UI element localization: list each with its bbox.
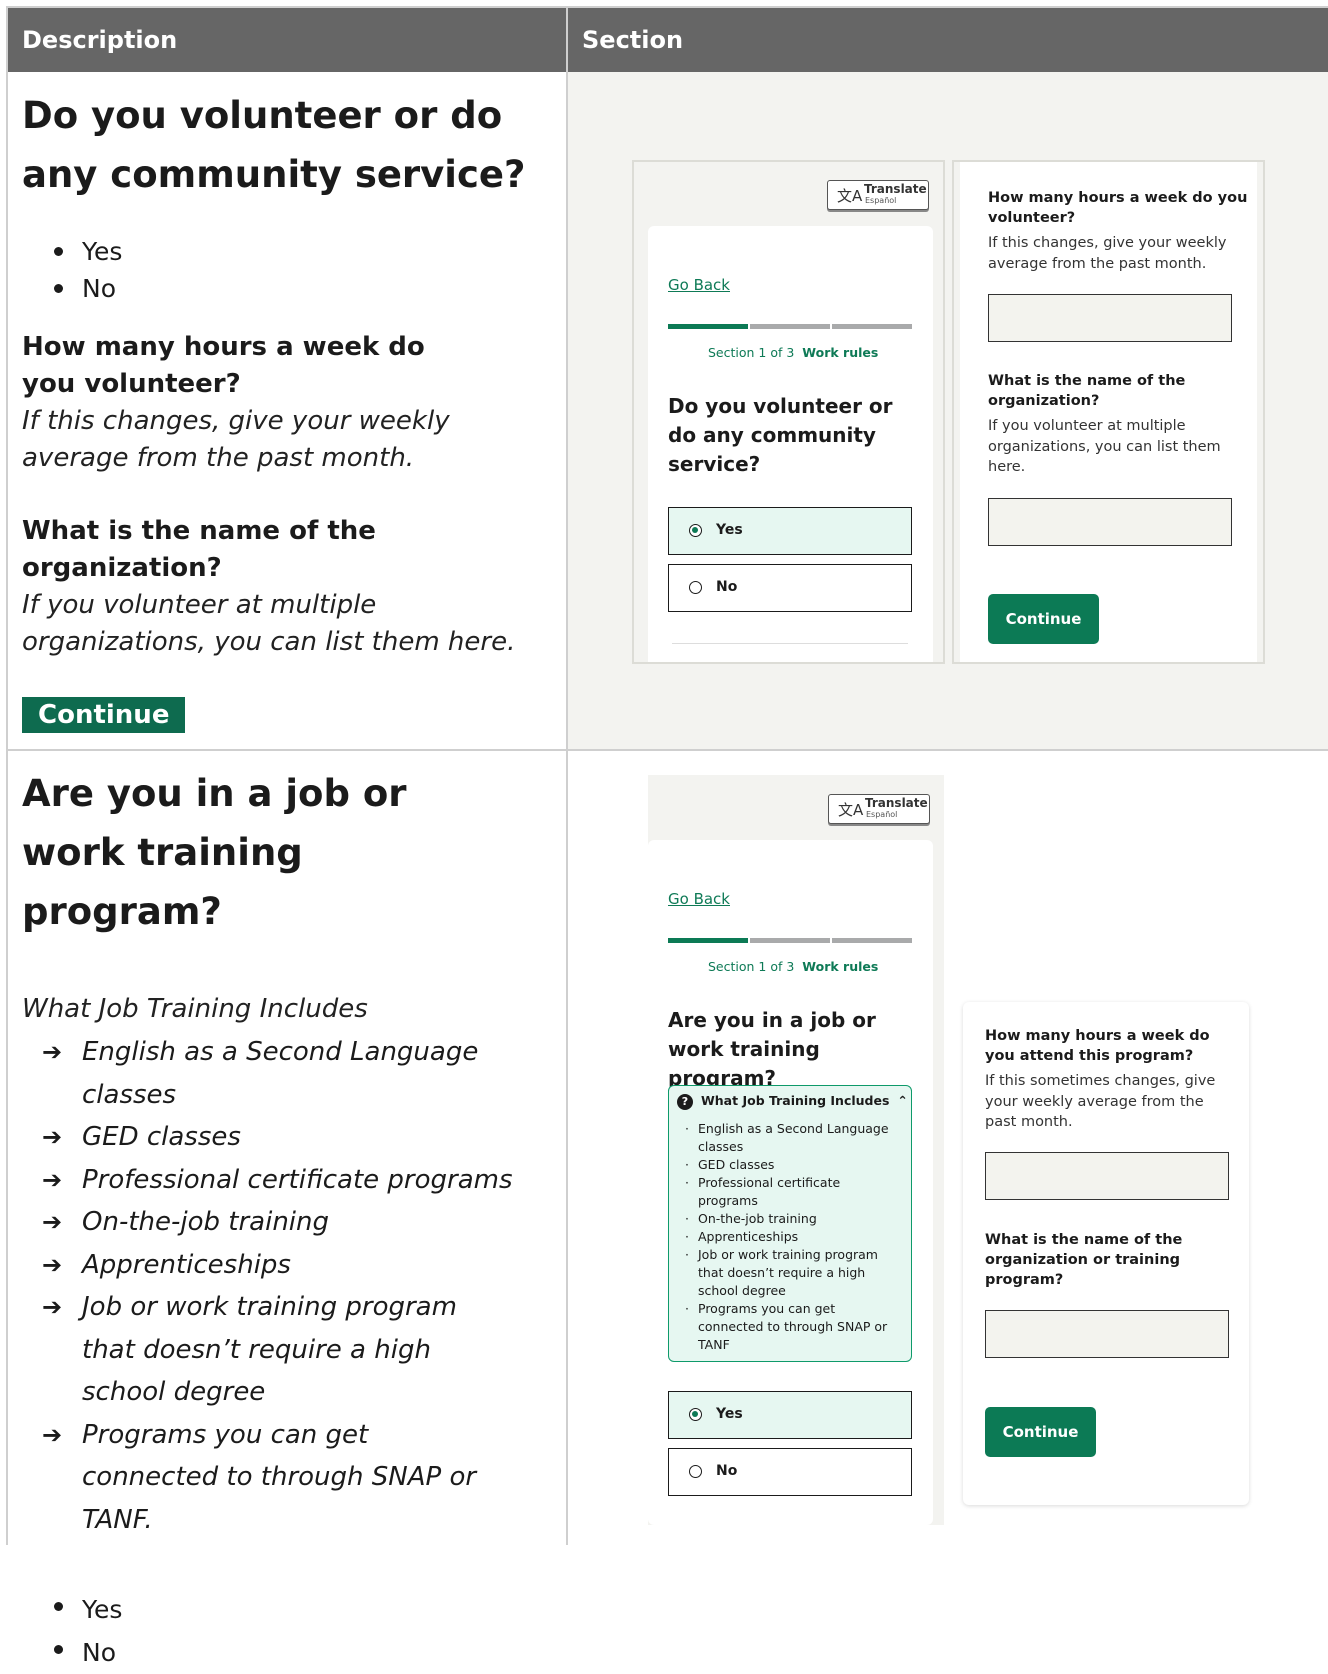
org-question: What is the name of the organization or … [985, 1232, 1183, 1288]
row1-org-question: What is the name of the organization? [22, 516, 376, 583]
org-input[interactable] [985, 1310, 1229, 1358]
row1-question: Do you volunteer or do any community ser… [22, 94, 526, 196]
radio-yes[interactable]: Yes [668, 507, 912, 555]
section-label: Section 1 of 3 Work rules [708, 345, 879, 360]
progress-segment-1 [668, 938, 748, 943]
option-yes: Yes [22, 233, 552, 270]
list-item: Programs you can get connected to throug… [683, 1300, 893, 1354]
go-back-link[interactable]: Go Back [668, 276, 730, 294]
mock-screen-1a: 文A Translate Español Go Back Section 1 o… [632, 160, 945, 664]
arrow-right-icon: ➔ [42, 1420, 63, 1449]
hours-hint: If this sometimes changes, give your wee… [985, 1073, 1216, 1130]
includes-item: ➔ Job or work training program that doesn… [22, 1286, 512, 1414]
section-label: Section 1 of 3 Work rules [708, 959, 879, 974]
arrow-right-icon: ➔ [42, 1038, 63, 1066]
header-description: Description [8, 8, 567, 72]
radio-yes[interactable]: Yes [668, 1391, 912, 1439]
row1-org-hint: If you volunteer at multiple organizatio… [22, 590, 516, 657]
option-no: No [22, 1631, 552, 1674]
radio-no[interactable]: No [668, 1448, 912, 1496]
header-section: Section [568, 8, 1328, 72]
document-table: Description Section Do you volunteer or … [0, 0, 1328, 1667]
includes-item: ➔ On-the-job training [22, 1201, 552, 1244]
accordion-list: English as a Second Language classes GED… [683, 1120, 893, 1354]
form-card: How many hours a week do you volunteer? … [960, 162, 1257, 662]
radio-icon [689, 1408, 702, 1421]
includes-item: ➔ Professional certificate programs [22, 1159, 552, 1202]
includes-item: ➔ Apprenticeships [22, 1244, 552, 1287]
progress-segment-1 [668, 324, 748, 329]
list-item: Professional certificate programs [683, 1174, 893, 1210]
list-item: Job or work training program that doesn’… [683, 1246, 893, 1300]
radio-icon [689, 1465, 702, 1478]
divider [672, 643, 908, 644]
org-question: What is the name of the organization? [988, 373, 1186, 409]
job-training-accordion[interactable]: ?What Job Training Includes⌃ English as … [668, 1085, 912, 1362]
arrow-right-icon: ➔ [42, 1165, 63, 1194]
translate-button[interactable]: 文A Translate Español [827, 180, 929, 210]
form-card: Go Back Section 1 of 3 Work rules Are yo… [648, 840, 933, 1525]
hours-hint: If this changes, give your weekly averag… [988, 235, 1227, 272]
row2-includes-label: What Job Training Includes [22, 994, 368, 1024]
hours-input[interactable] [985, 1152, 1229, 1200]
arrow-right-icon: ➔ [42, 1293, 63, 1321]
includes-item: ➔ Programs you can get connected to throu… [22, 1414, 512, 1542]
arrow-right-icon: ➔ [42, 1123, 63, 1151]
mock-screen-1b: How many hours a week do you volunteer? … [952, 160, 1265, 664]
translate-icon: 文A [837, 187, 863, 205]
hours-question: How many hours a week do you volunteer? [988, 190, 1248, 226]
continue-button[interactable]: Continue [988, 594, 1099, 644]
progress-segment-3 [832, 938, 912, 943]
row2-options-list: Yes No [22, 1588, 552, 1674]
table-border-top [6, 6, 1328, 8]
radio-no[interactable]: No [668, 564, 912, 612]
org-hint: If you volunteer at multiple organizatio… [988, 418, 1221, 475]
includes-item: ➔ English as a Second Language classes [22, 1031, 552, 1116]
includes-item: ➔ GED classes [22, 1116, 552, 1159]
row1-options-list: Yes No [22, 233, 552, 307]
option-no: No [22, 270, 552, 307]
row1-hours-question: How many hours a week do you volunteer? [22, 332, 425, 399]
arrow-right-icon: ➔ [42, 1208, 63, 1236]
chevron-up-icon: ⌃ [897, 1093, 908, 1108]
arrow-right-icon: ➔ [42, 1250, 63, 1279]
question-circle-icon: ? [677, 1094, 693, 1110]
accordion-header[interactable]: ? What Job Training Includes ⌃ [677, 1093, 908, 1110]
row2-question: Are you in a job or work training progra… [22, 772, 407, 933]
progress-segment-2 [750, 324, 830, 329]
mock-question: Are you in a job or work training progra… [668, 1008, 876, 1090]
list-item: GED classes [683, 1156, 893, 1174]
form-card: Go Back Section 1 of 3 Work rules Do you… [648, 226, 933, 662]
row1-description: Do you volunteer or do any community ser… [22, 86, 552, 733]
option-yes: Yes [22, 1588, 552, 1631]
translate-button[interactable]: 文A Translate Español [828, 794, 930, 824]
continue-label: Continue [22, 697, 186, 733]
row2-includes-list: ➔ English as a Second Language classes ➔ G… [22, 1031, 552, 1541]
list-item: English as a Second Language classes [683, 1120, 893, 1156]
row-divider [6, 749, 1328, 751]
list-item: On-the-job training [683, 1210, 893, 1228]
continue-button[interactable]: Continue [985, 1407, 1096, 1457]
progress-segment-2 [750, 938, 830, 943]
org-input[interactable] [988, 498, 1232, 546]
hours-input[interactable] [988, 294, 1232, 342]
row1-hours-hint: If this changes, give your weekly averag… [22, 406, 450, 473]
progress-segment-3 [832, 324, 912, 329]
translate-icon: 文A [838, 801, 864, 819]
table-border-left [6, 6, 8, 1545]
hours-question: How many hours a week do you attend this… [985, 1028, 1210, 1064]
mock-question: Do you volunteer or do any community ser… [668, 394, 893, 476]
row2-description: Are you in a job or work training progra… [22, 764, 552, 1674]
radio-icon [689, 524, 702, 537]
form-card-2: How many hours a week do you attend this… [963, 1002, 1249, 1505]
list-item: Apprenticeships [683, 1228, 893, 1246]
radio-icon [689, 581, 702, 594]
go-back-link[interactable]: Go Back [668, 890, 730, 908]
